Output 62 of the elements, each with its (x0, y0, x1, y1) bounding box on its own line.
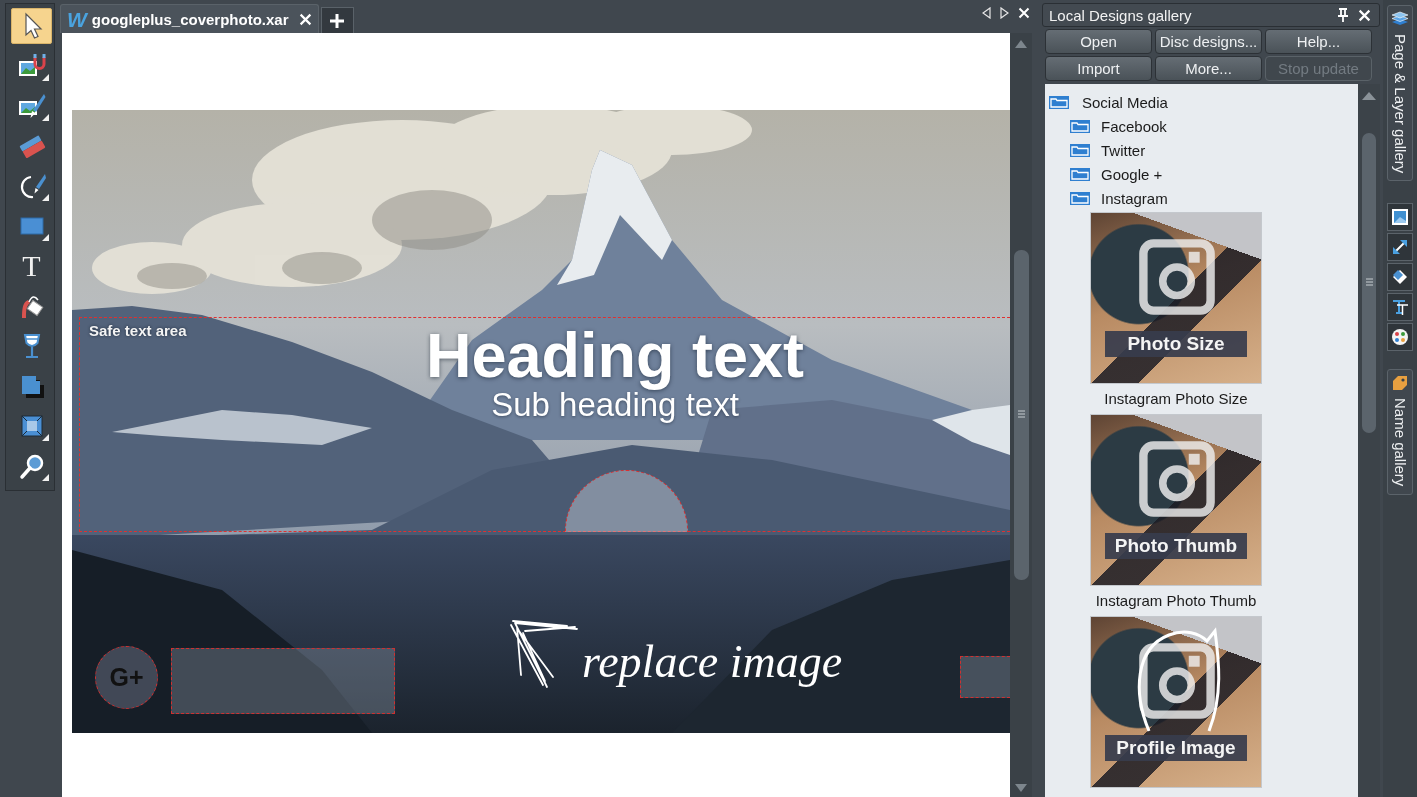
layers-icon (1391, 10, 1409, 28)
side-tool-button[interactable] (1387, 233, 1413, 262)
side-tool-button[interactable] (1387, 323, 1413, 352)
replace-image-hint: replace image (582, 635, 843, 689)
tree-item[interactable]: Twitter (1045, 138, 1358, 162)
tag-icon (1391, 374, 1409, 393)
gallery-button[interactable]: Disc designs... (1155, 29, 1262, 54)
grip-icon (1365, 278, 1373, 288)
folder-icon (1048, 94, 1070, 110)
scroll-right-icon[interactable] (1000, 7, 1009, 19)
tree-item[interactable]: Social Media (1045, 90, 1358, 114)
folder-icon (1069, 142, 1091, 158)
picture-icon (1391, 208, 1409, 227)
tool-button[interactable]: T (11, 248, 52, 284)
diamond-icon (1391, 268, 1409, 287)
pin-icon[interactable] (1337, 7, 1349, 23)
scroll-left-icon[interactable] (982, 7, 991, 19)
grip-icon (1017, 410, 1025, 420)
text-style-icon (1391, 298, 1409, 317)
gallery-button[interactable]: More... (1155, 56, 1262, 81)
new-tab-button[interactable] (320, 7, 354, 33)
tree-item[interactable]: Google + (1045, 162, 1358, 186)
gallery-title: Local Designs gallery (1049, 6, 1192, 24)
design-thumbnail[interactable]: Photo Thumb (1090, 414, 1262, 586)
folder-icon (1069, 166, 1091, 182)
scroll-down-icon[interactable] (1015, 784, 1027, 792)
text-placeholder-frame (960, 656, 1010, 698)
close-icon[interactable] (1018, 7, 1030, 19)
design-label: Instagram Photo Size (1104, 390, 1248, 408)
plus-icon (329, 12, 346, 29)
scrollbar-thumb[interactable] (1013, 250, 1029, 580)
side-tool-button[interactable] (1387, 203, 1413, 232)
design-label: Instagram Photo Thumb (1095, 592, 1257, 610)
diagonal-arrows-icon (1391, 238, 1409, 257)
thumbnail-banner: Photo Thumb (1105, 533, 1247, 559)
scrollbar-thumb[interactable] (1362, 133, 1376, 433)
folder-icon (1069, 190, 1091, 206)
side-gallery-tab[interactable]: Page & Layer gallery (1387, 5, 1413, 182)
thumbnail-banner: Photo Size (1105, 331, 1247, 357)
picture-brush-icon (17, 92, 46, 120)
file-logo: W (67, 8, 87, 30)
gallery-button[interactable]: Help... (1265, 29, 1372, 54)
tool-button[interactable] (11, 8, 52, 44)
side-tool-button[interactable] (1387, 293, 1413, 322)
tree-item[interactable]: Facebook (1045, 114, 1358, 138)
side-tool-button[interactable] (1387, 263, 1413, 292)
close-icon[interactable] (298, 12, 312, 26)
gallery-button[interactable]: Open (1045, 29, 1152, 54)
close-icon[interactable] (1358, 8, 1371, 22)
safe-area-label: Safe text area (89, 322, 187, 339)
scroll-up-icon[interactable] (1362, 92, 1376, 100)
design-thumbnail[interactable]: Photo Size (1090, 212, 1262, 384)
folder-icon (1069, 118, 1091, 134)
side-gallery-tab[interactable]: Name gallery (1387, 369, 1413, 495)
thumbnail-banner: Profile Image (1105, 735, 1247, 761)
palette-icon (1391, 328, 1409, 347)
tree-item[interactable]: Instagram (1045, 186, 1358, 210)
design-thumbnail[interactable]: Profile Image (1090, 616, 1262, 788)
gallery-button[interactable]: Import (1045, 56, 1152, 81)
document-tab[interactable]: W googleplus_coverphoto.xar (60, 4, 319, 33)
magnifier-icon (17, 452, 46, 480)
scroll-up-icon[interactable] (1015, 40, 1027, 48)
